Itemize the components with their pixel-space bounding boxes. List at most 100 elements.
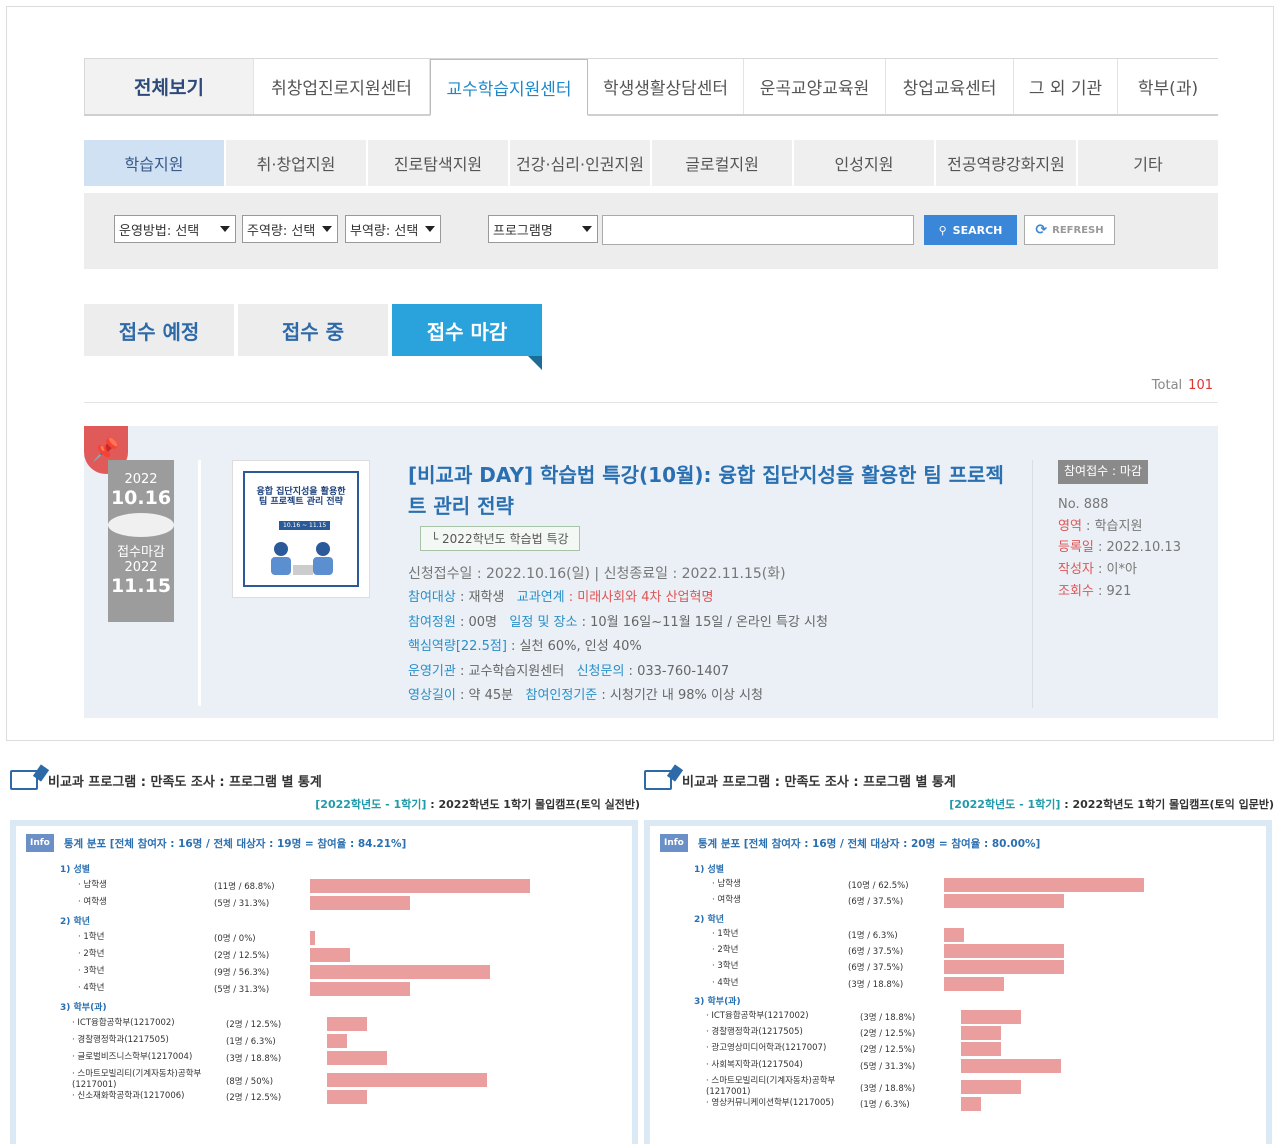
tab-department[interactable]: 학부(과) — [1118, 59, 1218, 114]
program-title[interactable]: [비교과 DAY] 학습법 특강(10월): 융합 집단지성을 활용한 팀 프로… — [408, 460, 1018, 522]
area-value: : 학습지원 — [1081, 518, 1143, 534]
method-select-value: 운영방법: 선택 — [119, 223, 200, 239]
stats-section-title: 1) 성별 — [60, 865, 91, 875]
stats-bar — [310, 965, 491, 979]
start-year: 2022 — [124, 472, 158, 487]
divider — [84, 402, 1218, 403]
method-select[interactable]: 운영방법: 선택 — [114, 215, 236, 243]
place-value: : 10월 16일~11월 15일 / 온라인 특강 시청 — [577, 614, 828, 630]
stats-row-label: · 경찰행정학과(1217505) — [706, 1027, 803, 1038]
area-key: 영역 — [1058, 518, 1082, 534]
stats-bar — [961, 1097, 982, 1111]
category-tabs: 학습지원 취·창업지원 진로탐색지원 건강·심리·인권지원 글로컬지원 인성지원… — [84, 140, 1218, 186]
stats-row-percent: (3명 / 18.8%) — [848, 979, 904, 990]
stats-head: Info 통계 분포 [전체 참여자 : 16명 / 전체 대상자 : 19명 =… — [26, 834, 406, 852]
stats-row: · 글로벌비즈니스학부(1217004) (3명 / 18.8%) — [72, 1051, 632, 1066]
edit-list-icon — [10, 770, 38, 790]
stats-bar — [944, 927, 965, 942]
stats-row: · 1학년 (0명 / 0%) — [78, 931, 638, 946]
reg-key: 등록일 — [1058, 540, 1094, 556]
views-key: 조회수 — [1058, 583, 1094, 599]
stats-row-percent: (10명 / 62.5%) — [848, 881, 909, 891]
tab-other-org[interactable]: 그 외 기관 — [1014, 59, 1118, 114]
stats-row-percent: (3명 / 18.8%) — [860, 1012, 916, 1023]
tab-glocal[interactable]: 글로컬지원 — [652, 140, 792, 186]
tab-learning[interactable]: 학습지원 — [84, 140, 224, 186]
stats-bar — [310, 931, 315, 945]
stats-row-label: · 3학년 — [78, 966, 105, 976]
target-key: 참여대상 — [408, 590, 456, 606]
panel-header: 비교과 프로그램 : 만족도 조사 : 프로그램 별 통계 — [644, 770, 956, 790]
refresh-icon: ⟳ — [1035, 222, 1048, 238]
stats-row: · 여학생 (6명 / 37.5%) — [712, 894, 1272, 909]
panel-program: : 2022학년도 1학기 몰입캠프(토익 입문반) — [1060, 798, 1274, 811]
stats-row-label: · 4학년 — [78, 983, 105, 993]
tab-job[interactable]: 취·창업지원 — [226, 140, 366, 186]
total-label: Total — [1151, 378, 1183, 393]
org-tabs: 전체보기 취창업진로지원센터 교수학습지원센터 학생생활상담센터 운곡교양교육원… — [84, 58, 1218, 116]
end-date: 11.15 — [110, 575, 172, 597]
program-thumbnail[interactable]: 융합 집단지성을 활용한 팀 프로젝트 관리 전략 10.16 ~ 11.15 — [232, 460, 370, 598]
tab-major[interactable]: 전공역량강화지원 — [936, 140, 1076, 186]
tab-all[interactable]: 전체보기 — [84, 59, 254, 114]
stats-row: · 여학생 (5명 / 31.3%) — [78, 896, 638, 911]
chevron-down-icon — [425, 226, 435, 232]
tab-teaching-center[interactable]: 교수학습지원센터 — [430, 59, 588, 116]
stats-bar — [327, 1034, 348, 1048]
target-value: : 재학생 — [455, 590, 505, 606]
info-badge: Info — [26, 834, 54, 852]
program-card[interactable]: 📌 2022 10.16 접수마감 2022 11.15 융합 집단지성을 활용… — [84, 426, 1218, 718]
stats-row: · 경찰행정학과(1217505) (2명 / 12.5%) — [706, 1026, 1266, 1041]
stats-bar — [961, 1026, 1001, 1041]
chevron-down-icon — [220, 226, 230, 232]
side-divider — [1032, 460, 1033, 708]
stats-bar — [310, 879, 531, 893]
tab-health[interactable]: 건강·심리·인권지원 — [510, 140, 650, 186]
stats-bar — [310, 948, 350, 962]
search-button[interactable]: ⚲ SEARCH — [924, 215, 1017, 245]
total-count: Total 101 — [1152, 378, 1213, 393]
tab-liberal-arts[interactable]: 운곡교양교육원 — [744, 59, 886, 114]
search-field-select[interactable]: 프로그램명 — [488, 215, 598, 243]
panel-header: 비교과 프로그램 : 만족도 조사 : 프로그램 별 통계 — [10, 770, 322, 790]
stats-row-percent: (2명 / 12.5%) — [860, 1029, 916, 1040]
tab-career-center[interactable]: 취창업진로지원센터 — [254, 59, 430, 114]
stats-row-percent: (1명 / 6.3%) — [226, 1037, 276, 1047]
tab-closed[interactable]: 접수 마감 — [392, 304, 542, 370]
tab-startup-center[interactable]: 창업교육센터 — [886, 59, 1014, 114]
stats-row: · 사회복지학과(1217504) (5명 / 31.3%) — [706, 1058, 1266, 1074]
stats-row-percent: (5명 / 31.3%) — [214, 985, 270, 995]
place-key: 일정 및 장소 — [509, 614, 578, 630]
tab-counseling-center[interactable]: 학생생활상담센터 — [588, 59, 744, 114]
tab-etc[interactable]: 기타 — [1078, 140, 1218, 186]
stats-row-label: · ICT융합공학부(1217002) — [706, 1010, 809, 1021]
refresh-button[interactable]: ⟳ REFRESH — [1024, 215, 1115, 245]
tab-upcoming[interactable]: 접수 예정 — [84, 304, 234, 356]
stats-row-label: · 경찰행정학과(1217505) — [72, 1035, 169, 1045]
main-competency-select[interactable]: 주역량: 선택 — [242, 215, 338, 243]
stats-section-title: 1) 성별 — [694, 865, 725, 875]
stats-row-percent: (8명 / 50%) — [226, 1077, 274, 1087]
sub-competency-select[interactable]: 부역량: 선택 — [345, 215, 441, 243]
tab-open[interactable]: 접수 중 — [238, 304, 388, 356]
date-column: 2022 10.16 접수마감 2022 11.15 — [108, 460, 174, 622]
program-meta: 참여접수 : 마감 No. 888 영역 : 학습지원 등록일 : 2022.1… — [1058, 460, 1181, 603]
criteria-value: : 시청기간 내 98% 이상 시청 — [597, 688, 763, 704]
search-input[interactable] — [602, 215, 914, 245]
stats-bar — [961, 1080, 1022, 1094]
tab-career[interactable]: 진로탐색지원 — [368, 140, 508, 186]
tab-character[interactable]: 인성지원 — [794, 140, 934, 186]
stats-row: · ICT융합공학부(1217002) (3명 / 18.8%) — [706, 1009, 1266, 1025]
program-info: 신청접수일 : 2022.10.16(일) | 신청종료일 : 2022.11.… — [408, 562, 828, 708]
search-bar: 운영방법: 선택 주역량: 선택 부역량: 선택 프로그램명 ⚲ SEARCH ⟳… — [84, 193, 1218, 269]
stats-row-percent: (1명 / 6.3%) — [848, 930, 898, 941]
contact-value: : 033-760-1407 — [624, 663, 730, 679]
search-icon: ⚲ — [938, 223, 947, 237]
stats-row: · 남학생 (10명 / 62.5%) — [712, 878, 1272, 893]
stats-bar — [961, 1009, 1022, 1024]
chevron-down-icon — [322, 226, 332, 232]
stats-row-percent: (6명 / 37.5%) — [848, 946, 904, 957]
end-label: 접수마감 — [117, 545, 165, 560]
stats-row: · 4학년 (5명 / 31.3%) — [78, 982, 638, 997]
stats-row-percent: (3명 / 18.8%) — [860, 1084, 916, 1094]
